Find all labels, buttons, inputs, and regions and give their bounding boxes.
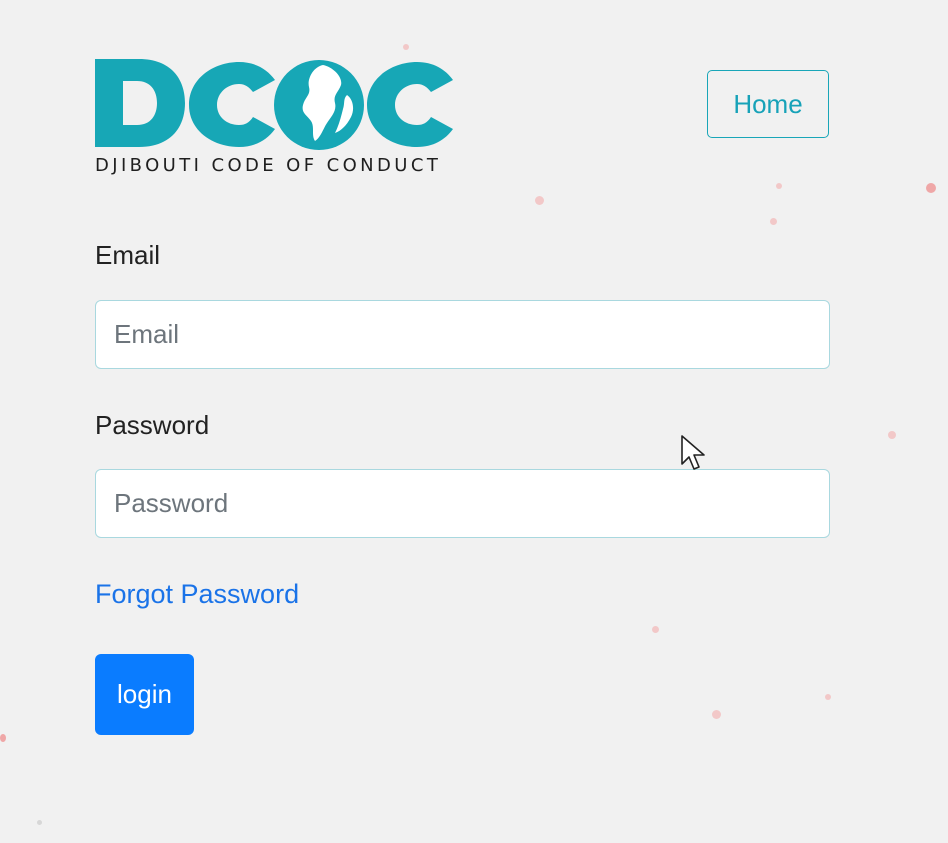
background-dot xyxy=(403,44,409,50)
background-dot xyxy=(825,694,831,700)
email-input[interactable] xyxy=(95,300,830,369)
background-dot xyxy=(712,710,721,719)
dcoc-logo-mark xyxy=(95,59,453,150)
background-dot xyxy=(0,734,6,742)
email-label: Email xyxy=(95,240,161,270)
background-dot xyxy=(926,183,936,193)
forgot-password-link[interactable]: Forgot Password xyxy=(95,579,299,610)
login-page: DJIBOUTI CODE OF CONDUCT Home Email Pass… xyxy=(0,0,948,843)
password-input[interactable] xyxy=(95,469,830,538)
background-dot xyxy=(535,196,544,205)
background-dot xyxy=(770,218,777,225)
dcoc-logo: DJIBOUTI CODE OF CONDUCT xyxy=(95,55,455,177)
background-dot xyxy=(776,183,782,189)
background-dot xyxy=(652,626,659,633)
mouse-pointer-icon xyxy=(681,435,705,470)
background-dot xyxy=(37,820,42,825)
password-label: Password xyxy=(95,410,210,440)
logo-subtitle: DJIBOUTI CODE OF CONDUCT xyxy=(95,155,442,176)
login-button[interactable]: login xyxy=(95,654,194,735)
home-button[interactable]: Home xyxy=(707,70,829,138)
background-dot xyxy=(888,431,896,439)
